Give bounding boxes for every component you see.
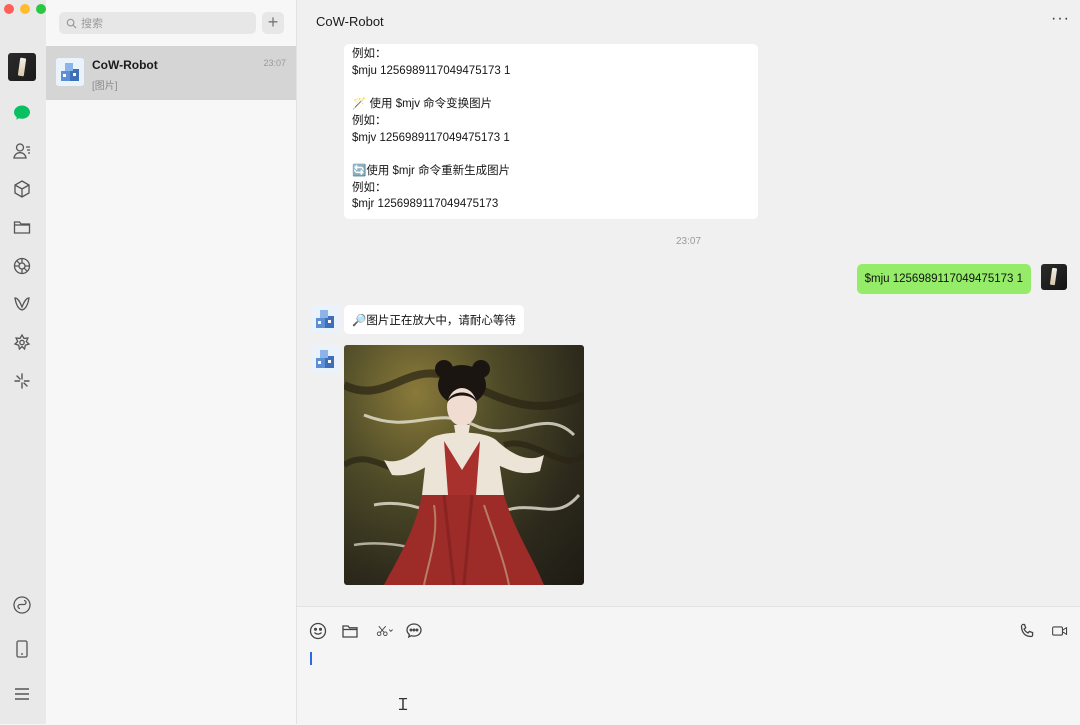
message-line: $mjv 1256989117049475173 1 [352,131,510,144]
conversation-time: 23:07 [263,58,286,68]
search-spark-icon[interactable] [11,370,33,392]
user-avatar[interactable] [1041,264,1067,290]
text-caret [310,652,312,665]
message-line: $mjr 1256989117049475173 [352,198,499,211]
chat-header: CoW-Robot ··· [297,0,1080,44]
message-composer: Ｉ [297,606,1080,725]
wechat-window: 搜索 + CoW-Robot [图片] 23:07 CoW-Robot ··· … [0,0,1080,725]
chat-pane: CoW-Robot ··· 例如： $mju 12569891170494751… [297,0,1080,725]
new-chat-button[interactable]: + [262,12,284,34]
search-input[interactable]: 搜索 [59,12,256,34]
message-line: $mju 1256989117049475173 1 [352,64,511,77]
emoji-icon[interactable] [308,621,328,641]
chat-icon[interactable] [11,102,33,124]
phone-icon[interactable] [11,638,33,660]
conversation-list: 搜索 + CoW-Robot [图片] 23:07 [46,0,297,724]
file-icon[interactable] [340,621,360,641]
search-placeholder: 搜索 [81,18,103,30]
channels-icon[interactable] [11,293,33,315]
mouse-ibeam-cursor: Ｉ [395,695,412,714]
message-line: 例如： [352,114,387,127]
bot-avatar[interactable] [311,345,339,373]
mini-program-icon[interactable] [11,332,33,354]
user-message[interactable]: $mju 1256989117049475173 1 [856,264,1031,294]
conversation-name: CoW-Robot [92,58,158,72]
video-call-icon[interactable] [1049,621,1071,641]
chat-history-icon[interactable] [404,621,424,641]
search-icon [66,18,77,29]
message-line: 🔄使用 $mjr 命令重新生成图片 [352,164,511,177]
mini-program-bottom-icon[interactable] [11,594,33,616]
message-line [352,79,750,96]
conversation-preview: [图片] [92,81,118,92]
voice-call-icon[interactable] [1017,621,1037,641]
window-controls [4,4,46,14]
nav-rail [0,0,46,724]
message-line: 🪄 使用 $mjv 命令变换图片 [352,98,493,111]
generated-image[interactable] [344,345,584,585]
my-avatar[interactable] [8,53,36,81]
message-line: 例如： [352,181,387,194]
message-line [352,146,750,163]
message-timestamp: 23:07 [675,236,702,247]
bot-notice-message[interactable]: 🔎图片正在放大中，请耐心等待 [344,305,524,334]
bot-avatar[interactable] [311,305,339,333]
zoom-window-button[interactable] [36,4,46,14]
bot-avatar [56,58,84,86]
message-area[interactable]: 例如： $mju 1256989117049475173 1 🪄 使用 $mjv… [297,44,1080,606]
chat-title: CoW-Robot [316,14,384,29]
conversation-item[interactable]: CoW-Robot [图片] 23:07 [46,46,296,100]
folder-icon[interactable] [11,216,33,238]
more-options-button[interactable]: ··· [1051,10,1070,28]
bot-command-message[interactable]: 例如： $mju 1256989117049475173 1 🪄 使用 $mjv… [344,44,758,220]
moments-icon[interactable] [11,255,33,277]
menu-icon[interactable] [11,683,33,705]
close-window-button[interactable] [4,4,14,14]
message-line: 例如： [352,48,387,60]
contacts-icon[interactable] [11,140,33,162]
cube-icon[interactable] [11,178,33,200]
minimize-window-button[interactable] [20,4,30,14]
scissors-icon[interactable] [372,621,398,641]
